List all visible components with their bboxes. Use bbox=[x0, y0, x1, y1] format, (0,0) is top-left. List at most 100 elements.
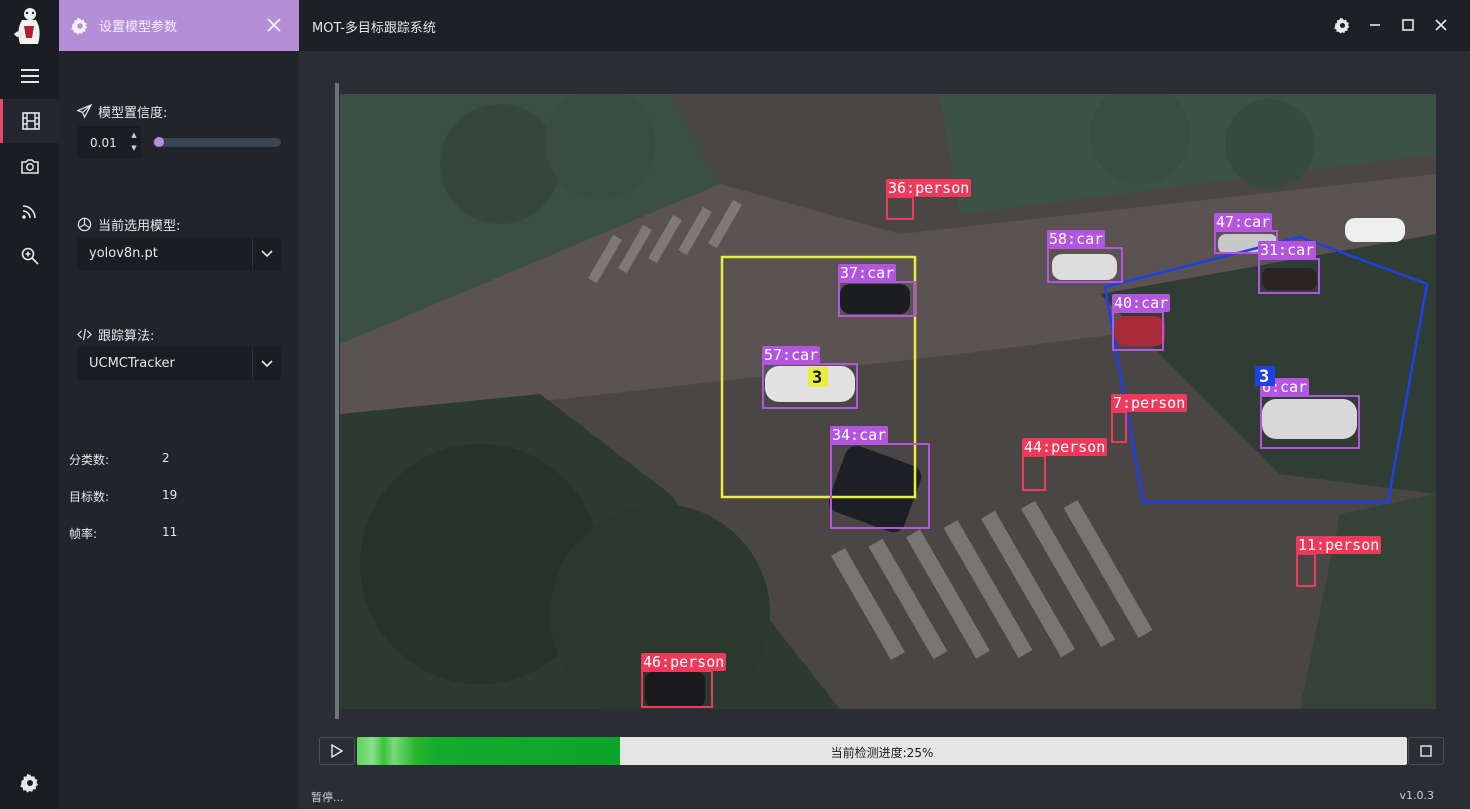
detection-label: 37:car bbox=[840, 264, 894, 282]
close-icon bbox=[267, 18, 281, 32]
chevron-down-icon bbox=[261, 249, 273, 257]
detection-box bbox=[1111, 411, 1127, 443]
video-frame: 36:person 47:car 58:car 31:car 37:car 40:car 5… bbox=[340, 94, 1436, 709]
stop-icon bbox=[1420, 745, 1432, 757]
spin-down-icon[interactable]: ▼ bbox=[129, 142, 139, 155]
model-value: yolov8n.pt bbox=[89, 246, 158, 261]
maximize-icon bbox=[1402, 19, 1414, 31]
model-select[interactable]: yolov8n.pt bbox=[77, 237, 281, 270]
play-icon bbox=[331, 744, 343, 758]
stat-value: 11 bbox=[162, 525, 178, 539]
detection-person: 36:person bbox=[886, 179, 971, 220]
region-count-badge: 3 bbox=[808, 367, 828, 388]
gear-icon bbox=[19, 773, 38, 793]
settings-panel-tab[interactable]: 设置模型参数 bbox=[59, 0, 299, 51]
gear-icon bbox=[1333, 17, 1349, 34]
svg-text:3: 3 bbox=[1259, 367, 1269, 387]
stat-class-count: 分类数: 2 bbox=[69, 451, 170, 468]
settings-panel-title: 设置模型参数 bbox=[99, 20, 178, 35]
menu-button[interactable] bbox=[0, 54, 59, 98]
detection-car: 58:car bbox=[1047, 230, 1123, 283]
close-panel-button[interactable] bbox=[263, 14, 285, 36]
minimize-button[interactable] bbox=[1364, 14, 1386, 36]
detection-box bbox=[1296, 553, 1316, 587]
detection-car: 6:car bbox=[1260, 378, 1360, 449]
detection-box bbox=[1047, 247, 1123, 283]
detection-box bbox=[1022, 455, 1046, 491]
stream-mode-button[interactable] bbox=[0, 189, 59, 233]
detections-overlay: 36:person 47:car 58:car 31:car 37:car 40:car 5… bbox=[641, 179, 1429, 708]
detection-label: 11:person bbox=[1298, 536, 1379, 554]
model-label: 当前选用模型: bbox=[98, 219, 181, 234]
code-icon bbox=[77, 328, 92, 341]
detection-person: 46:person bbox=[641, 653, 726, 708]
confidence-spinbox[interactable]: 0.01 ▲ ▼ bbox=[77, 126, 141, 159]
cube-icon bbox=[77, 217, 92, 232]
send-icon bbox=[77, 104, 92, 119]
slider-handle[interactable] bbox=[154, 137, 165, 147]
zoom-icon bbox=[21, 247, 39, 265]
stat-fps: 帧率: 11 bbox=[69, 525, 177, 542]
tracker-dropdown-button[interactable] bbox=[252, 347, 281, 380]
detection-label: 7:person bbox=[1113, 394, 1185, 412]
video-mode-button[interactable] bbox=[0, 99, 59, 143]
window-settings-button[interactable] bbox=[1331, 14, 1353, 36]
stat-target-count: 目标数: 19 bbox=[69, 488, 177, 505]
confidence-value: 0.01 bbox=[90, 135, 117, 150]
model-label-row: 当前选用模型: bbox=[77, 215, 180, 234]
close-window-button[interactable] bbox=[1430, 14, 1452, 36]
status-text: 暂停... bbox=[311, 791, 344, 804]
detection-label: 58:car bbox=[1049, 230, 1103, 248]
detect-mode-button[interactable] bbox=[0, 234, 59, 278]
progress-text: 当前检测进度:25% bbox=[830, 746, 934, 760]
detection-label: 40:car bbox=[1114, 294, 1168, 312]
detection-label: 34:car bbox=[832, 426, 886, 444]
tracker-value: UCMCTracker bbox=[89, 356, 175, 371]
region-count-badge: 3 bbox=[1255, 366, 1275, 387]
tracker-label-row: 跟踪算法: bbox=[77, 325, 154, 344]
spin-arrows[interactable]: ▲ ▼ bbox=[129, 129, 139, 156]
detection-person: 7:person bbox=[1111, 394, 1187, 443]
stat-label: 帧率: bbox=[69, 527, 98, 541]
model-dropdown-button[interactable] bbox=[252, 237, 281, 270]
detection-car: 37:car bbox=[838, 264, 916, 317]
confidence-label: 模型置信度: bbox=[98, 106, 168, 121]
camera-icon bbox=[20, 159, 39, 174]
detection-box bbox=[838, 281, 916, 317]
play-button[interactable] bbox=[319, 737, 355, 765]
settings-button[interactable] bbox=[0, 761, 59, 805]
close-icon bbox=[1435, 19, 1447, 31]
confidence-label-row: 模型置信度: bbox=[77, 102, 167, 121]
detection-car: 40:car bbox=[1112, 294, 1170, 351]
spin-up-icon[interactable]: ▲ bbox=[129, 129, 139, 142]
stat-label: 分类数: bbox=[69, 453, 110, 467]
panel-splitter[interactable] bbox=[335, 83, 339, 719]
detection-box bbox=[641, 670, 713, 708]
rss-icon bbox=[21, 205, 36, 219]
confidence-slider[interactable] bbox=[153, 137, 281, 147]
detection-label: 47:car bbox=[1216, 213, 1270, 231]
stat-value: 19 bbox=[162, 488, 178, 502]
detection-label: 36:person bbox=[888, 179, 969, 197]
chevron-down-icon bbox=[261, 359, 273, 367]
maximize-button[interactable] bbox=[1397, 14, 1419, 36]
detection-person: 44:person bbox=[1022, 438, 1107, 491]
stop-button[interactable] bbox=[1408, 737, 1444, 765]
camera-mode-button[interactable] bbox=[0, 144, 59, 188]
settings-panel: 模型置信度: 0.01 ▲ ▼ 当前选用模型: yolov8n.pt 跟踪算法:… bbox=[59, 51, 299, 809]
detection-label: 31:car bbox=[1260, 241, 1314, 259]
stat-value: 2 bbox=[162, 451, 170, 465]
tracker-select[interactable]: UCMCTracker bbox=[77, 347, 281, 380]
gear-icon bbox=[71, 17, 88, 35]
svg-text:3: 3 bbox=[812, 368, 822, 388]
title-bar: 设置模型参数 MOT-多目标跟踪系统 bbox=[59, 0, 1470, 51]
app-title: MOT-多目标跟踪系统 bbox=[312, 21, 436, 36]
detection-box bbox=[1112, 311, 1164, 351]
detection-box bbox=[1260, 395, 1360, 449]
version-label: v1.0.3 bbox=[1399, 789, 1435, 802]
detection-box bbox=[886, 196, 914, 220]
film-icon bbox=[22, 112, 40, 130]
main-area: 36:person 47:car 58:car 31:car 37:car 40:car 5… bbox=[299, 51, 1470, 809]
sidebar bbox=[0, 0, 59, 809]
detection-label: 46:person bbox=[643, 653, 724, 671]
